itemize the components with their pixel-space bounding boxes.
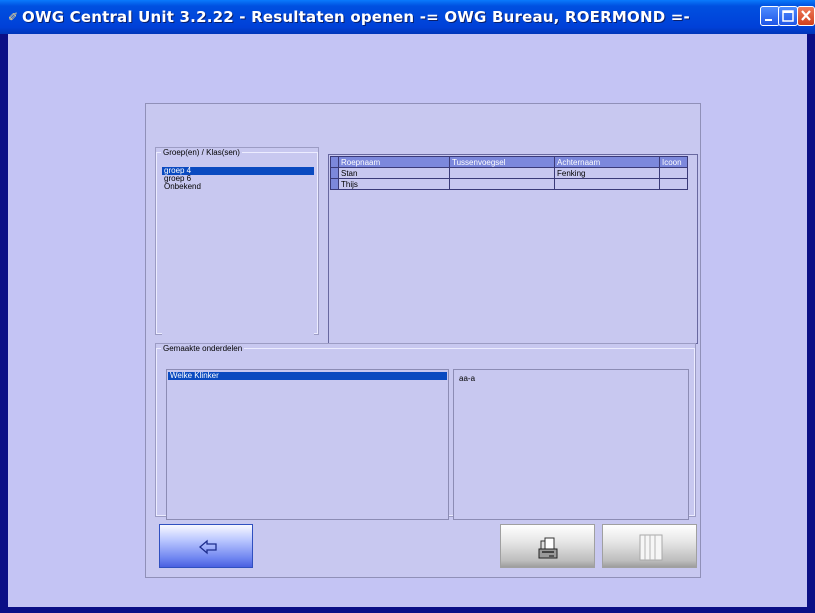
title-bar[interactable]: ✐ OWG Central Unit 3.2.22 - Resultaten o…	[0, 0, 815, 34]
row-selector[interactable]	[330, 167, 339, 179]
row-selector[interactable]	[330, 178, 339, 190]
column-header[interactable]: Roepnaam	[338, 156, 450, 168]
groups-groupbox: Groep(en) / Klas(sen) groep 4 groep 6 On…	[155, 147, 319, 335]
arrow-left-icon	[199, 539, 217, 555]
column-header[interactable]: Icoon	[659, 156, 688, 168]
table-header-row: Roepnaam Tussenvoegsel Achternaam Icoon	[330, 156, 688, 168]
parts-groupbox: Gemaakte onderdelen Welke Klinker aa-a	[155, 343, 696, 520]
printer-icon	[538, 537, 558, 559]
back-button[interactable]	[159, 524, 253, 568]
table-row[interactable]: Thijs	[330, 178, 688, 190]
parts-list[interactable]: Welke Klinker	[166, 369, 449, 520]
columns-button[interactable]	[602, 524, 697, 568]
parts-legend: Gemaakte onderdelen	[163, 344, 243, 353]
maximize-icon	[782, 10, 794, 22]
row-selector-header[interactable]	[330, 156, 339, 168]
close-icon	[801, 10, 811, 21]
table-cell[interactable]	[659, 178, 688, 190]
table-cell[interactable]: Thijs	[338, 178, 450, 190]
maximize-button[interactable]	[778, 6, 798, 26]
part-item[interactable]: Welke Klinker	[168, 372, 447, 380]
students-table: Roepnaam Tussenvoegsel Achternaam Icoon …	[330, 156, 688, 190]
client-area: Groep(en) / Klas(sen) groep 4 groep 6 On…	[8, 34, 807, 607]
column-header[interactable]: Achternaam	[554, 156, 660, 168]
minimize-button[interactable]	[760, 6, 780, 26]
columns-icon	[639, 534, 663, 561]
table-cell[interactable]: Stan	[338, 167, 450, 179]
table-cell[interactable]	[449, 167, 555, 179]
results-panel: Groep(en) / Klas(sen) groep 4 groep 6 On…	[145, 103, 701, 578]
table-cell[interactable]	[554, 178, 660, 190]
minimize-icon	[765, 19, 772, 21]
window-title: OWG Central Unit 3.2.22 - Resultaten ope…	[22, 8, 690, 26]
groups-list[interactable]: groep 4 groep 6 Onbekend	[162, 167, 314, 335]
app-window: ✐ OWG Central Unit 3.2.22 - Resultaten o…	[0, 0, 815, 613]
table-cell[interactable]	[449, 178, 555, 190]
column-header[interactable]: Tussenvoegsel	[449, 156, 555, 168]
group-item[interactable]: Onbekend	[162, 183, 314, 191]
print-button[interactable]	[500, 524, 595, 568]
parts-detail-list[interactable]: aa-a	[453, 369, 689, 520]
app-icon[interactable]: ✐	[8, 10, 22, 24]
part-detail-item[interactable]: aa-a	[457, 375, 686, 383]
groups-legend: Groep(en) / Klas(sen)	[163, 148, 240, 157]
table-cell[interactable]	[659, 167, 688, 179]
table-row[interactable]: Stan Fenking	[330, 167, 688, 179]
table-cell[interactable]: Fenking	[554, 167, 660, 179]
close-button[interactable]	[797, 6, 815, 26]
students-grid[interactable]: Roepnaam Tussenvoegsel Achternaam Icoon …	[328, 154, 698, 344]
